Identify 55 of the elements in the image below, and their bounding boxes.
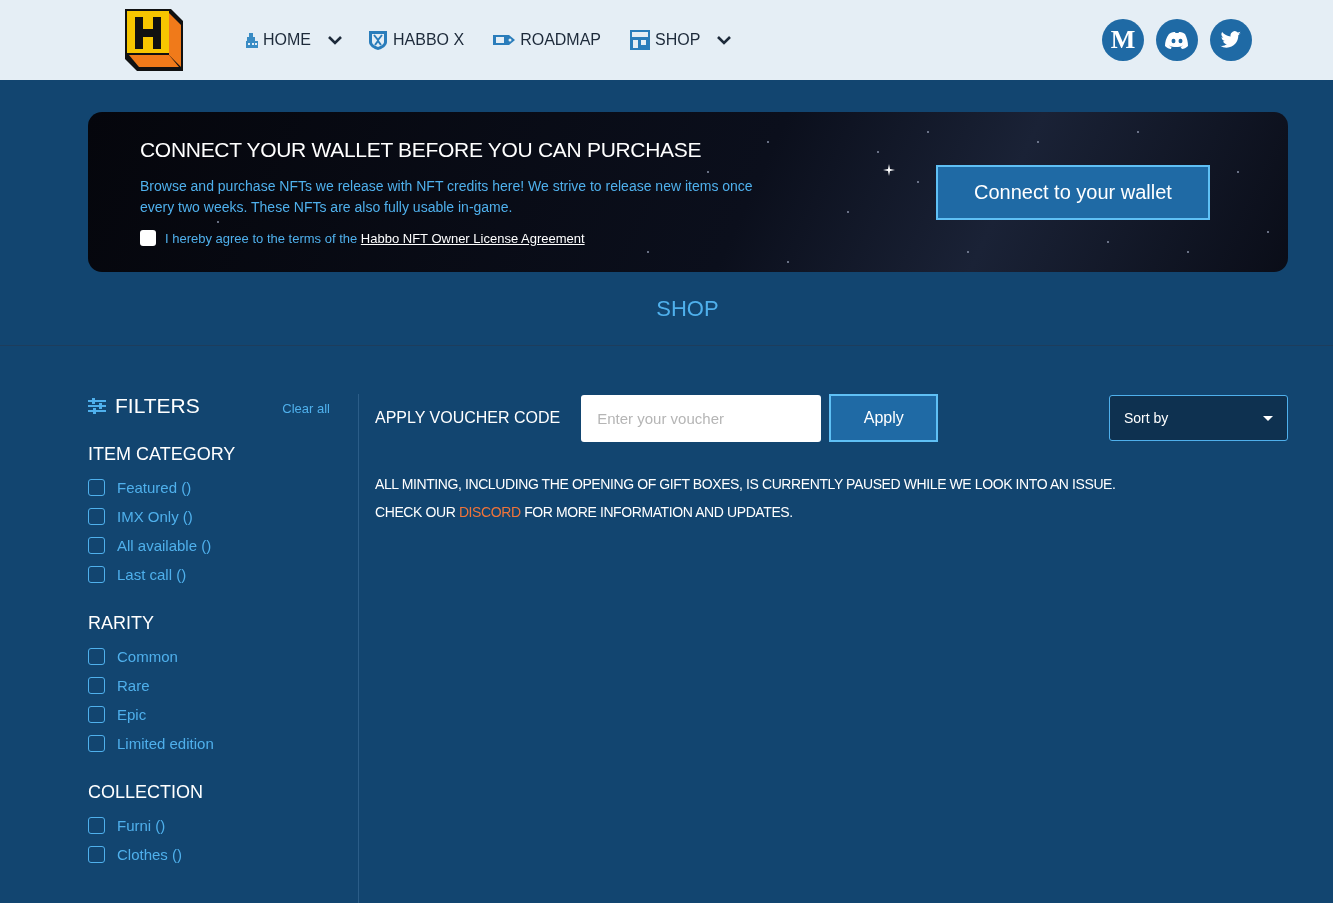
filter-option-label[interactable]: All available ()	[117, 537, 212, 554]
banner-description: Browse and purchase NFTs we release with NFT credits here! We strive to release new items once every two weeks. These NFTs are also fully usable in-game.	[140, 177, 754, 217]
nav-link[interactable]: HOME	[245, 31, 315, 49]
logo-icon[interactable]	[123, 7, 185, 73]
nav-link[interactable]: ROADMAP	[492, 31, 606, 49]
medium-button[interactable]: M	[1102, 19, 1144, 61]
building-icon	[245, 31, 259, 49]
caret-icon	[1263, 415, 1273, 421]
checkbox[interactable]	[88, 735, 105, 752]
filter-option-label[interactable]: Last call ()	[117, 566, 187, 583]
banner-title: CONNECT YOUR WALLET BEFORE YOU CAN PURCHASE	[140, 138, 703, 162]
page-title: SHOP	[656, 295, 719, 322]
checkbox[interactable]	[88, 677, 105, 694]
discord-button[interactable]	[1156, 19, 1198, 61]
minting-notice: ALL MINTING, INCLUDING THE OPENING OF GIFT BOXES, IS CURRENTLY PAUSED WHILE WE LOOK INTO AN ISSUE. CHECK OUR DISCORD FOR MORE INFORMATION AND UPDATES.	[375, 475, 1117, 522]
filter-sliders-icon	[88, 398, 106, 414]
filter-option-label[interactable]: Rare	[117, 677, 150, 694]
voucher-label: APPLY VOUCHER CODE	[375, 409, 561, 427]
checkbox[interactable]	[88, 566, 105, 583]
medium-icon: M	[1110, 25, 1136, 55]
twitter-icon	[1220, 31, 1242, 49]
discord-icon	[1165, 31, 1189, 49]
sort-dropdown[interactable]: Sort by	[1109, 395, 1288, 441]
agreement-text: I hereby agree to the terms of the Habbo NFT Owner License Agreement	[165, 230, 585, 246]
discord-link[interactable]: DISCORD	[458, 504, 521, 520]
nav-link[interactable]: HABBO X	[367, 29, 469, 51]
connect-wallet-button[interactable]: Connect to your wallet	[936, 164, 1210, 220]
filters-title: FILTERS	[115, 394, 200, 418]
filter-option-label[interactable]: Limited edition	[117, 735, 214, 752]
filter-option-label[interactable]: Clothes ()	[117, 846, 183, 863]
nav-link[interactable]: SHOP	[629, 29, 705, 51]
filter-option-label[interactable]: Furni ()	[117, 817, 166, 834]
checkbox[interactable]	[88, 817, 105, 834]
apply-button[interactable]: Apply	[829, 394, 939, 442]
shield-icon	[367, 29, 389, 51]
checkbox[interactable]	[140, 230, 156, 246]
checkbox[interactable]	[88, 706, 105, 723]
voucher-input[interactable]: Enter your voucher	[581, 394, 822, 442]
filter-option-label[interactable]: Common	[117, 648, 178, 665]
filter-option-label[interactable]: Featured ()	[117, 479, 192, 496]
filter-group-title: RARITY	[88, 613, 155, 634]
filter-option-label[interactable]: Epic	[117, 706, 147, 723]
store-icon	[629, 29, 652, 51]
ticket-icon	[492, 32, 517, 48]
checkbox[interactable]	[88, 508, 105, 525]
checkbox[interactable]	[88, 537, 105, 554]
filter-option-label[interactable]: IMX Only ()	[117, 508, 193, 525]
filter-group-title: ITEM CATEGORY	[88, 444, 237, 465]
clear-all-link[interactable]: Clear all	[282, 400, 330, 416]
filter-group-title: COLLECTION	[88, 782, 205, 803]
twitter-button[interactable]	[1210, 19, 1252, 61]
checkbox[interactable]	[88, 846, 105, 863]
checkbox[interactable]	[88, 648, 105, 665]
checkbox[interactable]	[88, 479, 105, 496]
license-link[interactable]: Habbo NFT Owner License Agreement	[360, 230, 585, 246]
